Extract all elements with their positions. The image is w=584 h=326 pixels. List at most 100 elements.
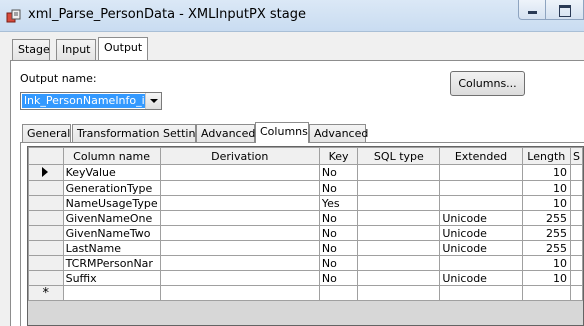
table-row[interactable]: GivenNameTwo No Unicode 255: [28, 225, 583, 241]
cell-column-name[interactable]: NameUsageType: [62, 195, 161, 211]
header-key[interactable]: Key: [318, 147, 359, 165]
row-header[interactable]: [28, 164, 64, 181]
cell-key[interactable]: No: [318, 240, 359, 256]
cell-length[interactable]: 255: [521, 225, 571, 241]
cell-key[interactable]: No: [318, 210, 359, 226]
cell-column-name[interactable]: TCRMPersonNar: [62, 255, 161, 271]
cell-column-name[interactable]: LastName: [62, 240, 161, 256]
cell-length[interactable]: 10: [521, 270, 571, 286]
cell-derivation[interactable]: [159, 164, 320, 181]
cell-key[interactable]: No: [318, 180, 359, 196]
row-header[interactable]: [28, 180, 64, 196]
cell-length[interactable]: 255: [521, 240, 571, 256]
cell-sql-type[interactable]: [357, 240, 441, 256]
cell-derivation[interactable]: [159, 270, 320, 286]
new-row-cell[interactable]: [318, 285, 359, 301]
chevron-down-icon[interactable]: [145, 93, 161, 109]
cell-sql-type[interactable]: [357, 180, 441, 196]
columns-button[interactable]: Columns...: [450, 71, 525, 96]
new-row-cell[interactable]: [439, 285, 523, 301]
new-row-cell[interactable]: [357, 285, 441, 301]
columns-grid[interactable]: Column name Derivation Key SQL type Exte…: [27, 146, 584, 326]
header-scale[interactable]: S: [569, 147, 583, 165]
tab-input[interactable]: Input: [56, 39, 96, 60]
header-column-name[interactable]: Column name: [62, 147, 161, 165]
cell-derivation[interactable]: [159, 210, 320, 226]
cell-sql-type[interactable]: [357, 270, 441, 286]
table-row[interactable]: GivenNameOne No Unicode 255: [28, 210, 583, 226]
new-row-header[interactable]: *: [28, 285, 64, 301]
cell-derivation[interactable]: [159, 255, 320, 271]
table-row[interactable]: GenerationType No 10: [28, 180, 583, 196]
tab-general[interactable]: General: [22, 124, 71, 143]
minimize-icon[interactable]: [518, 0, 546, 20]
cell-extended[interactable]: Unicode: [439, 210, 523, 226]
cell-length[interactable]: 10: [521, 195, 571, 211]
title-bar[interactable]: xml_Parse_PersonData - XMLInputPX stage: [0, 0, 584, 32]
new-row-cell[interactable]: [569, 285, 583, 301]
table-row[interactable]: LastName No Unicode 255: [28, 240, 583, 256]
cell-key[interactable]: No: [318, 270, 359, 286]
row-header[interactable]: [28, 210, 64, 226]
cell-sql-type[interactable]: [357, 195, 441, 211]
tab-advanced-2[interactable]: Advanced: [309, 124, 368, 143]
cell-extended[interactable]: Unicode: [439, 225, 523, 241]
row-header[interactable]: [28, 255, 64, 271]
cell-extended[interactable]: [439, 255, 523, 271]
new-row-cell[interactable]: [62, 285, 161, 301]
maximize-icon[interactable]: [546, 0, 584, 20]
table-row[interactable]: TCRMPersonNar No 10: [28, 255, 583, 271]
cell-length[interactable]: 10: [521, 180, 571, 196]
cell-key[interactable]: No: [318, 255, 359, 271]
cell-key[interactable]: No: [318, 225, 359, 241]
output-name-select[interactable]: lnk_PersonNameInfo_in: [20, 92, 162, 110]
cell-length[interactable]: 255: [521, 210, 571, 226]
table-row[interactable]: Suffix No Unicode 10: [28, 270, 583, 286]
cell-key[interactable]: No: [318, 164, 359, 181]
cell-length[interactable]: 10: [521, 164, 571, 181]
header-extended[interactable]: Extended: [439, 147, 523, 165]
table-row[interactable]: NameUsageType Yes 10: [28, 195, 583, 211]
cell-sql-type[interactable]: [357, 225, 441, 241]
tab-advanced-1[interactable]: Advanced: [196, 124, 255, 143]
header-length[interactable]: Length: [521, 147, 571, 165]
new-row-cell[interactable]: [159, 285, 320, 301]
cell-scale[interactable]: [569, 225, 583, 241]
cell-extended[interactable]: [439, 180, 523, 196]
cell-extended[interactable]: Unicode: [439, 240, 523, 256]
cell-length[interactable]: 10: [521, 255, 571, 271]
cell-scale[interactable]: [569, 240, 583, 256]
row-header[interactable]: [28, 270, 64, 286]
cell-column-name[interactable]: KeyValue: [62, 164, 161, 181]
cell-derivation[interactable]: [159, 240, 320, 256]
new-row[interactable]: *: [28, 285, 583, 301]
row-header[interactable]: [28, 195, 64, 211]
cell-scale[interactable]: [569, 255, 583, 271]
tab-output[interactable]: Output: [98, 37, 148, 60]
header-sql-type[interactable]: SQL type: [357, 147, 441, 165]
cell-derivation[interactable]: [159, 225, 320, 241]
cell-sql-type[interactable]: [357, 164, 441, 181]
new-row-cell[interactable]: [521, 285, 571, 301]
row-header[interactable]: [28, 225, 64, 241]
row-header[interactable]: [28, 240, 64, 256]
cell-scale[interactable]: [569, 210, 583, 226]
cell-column-name[interactable]: GenerationType: [62, 180, 161, 196]
tab-columns[interactable]: Columns: [255, 122, 309, 143]
cell-column-name[interactable]: GivenNameTwo: [62, 225, 161, 241]
cell-derivation[interactable]: [159, 195, 320, 211]
cell-scale[interactable]: [569, 180, 583, 196]
tab-stage[interactable]: Stage: [12, 39, 50, 60]
cell-extended[interactable]: [439, 195, 523, 211]
cell-scale[interactable]: [569, 195, 583, 211]
cell-key[interactable]: Yes: [318, 195, 359, 211]
cell-scale[interactable]: [569, 270, 583, 286]
cell-extended[interactable]: [439, 164, 523, 181]
cell-derivation[interactable]: [159, 180, 320, 196]
cell-scale[interactable]: [569, 164, 583, 181]
table-row[interactable]: KeyValue No 10: [28, 164, 583, 181]
cell-extended[interactable]: Unicode: [439, 270, 523, 286]
tab-transformation-settings[interactable]: Transformation Settings: [72, 124, 208, 143]
cell-column-name[interactable]: GivenNameOne: [62, 210, 161, 226]
header-derivation[interactable]: Derivation: [159, 147, 320, 165]
